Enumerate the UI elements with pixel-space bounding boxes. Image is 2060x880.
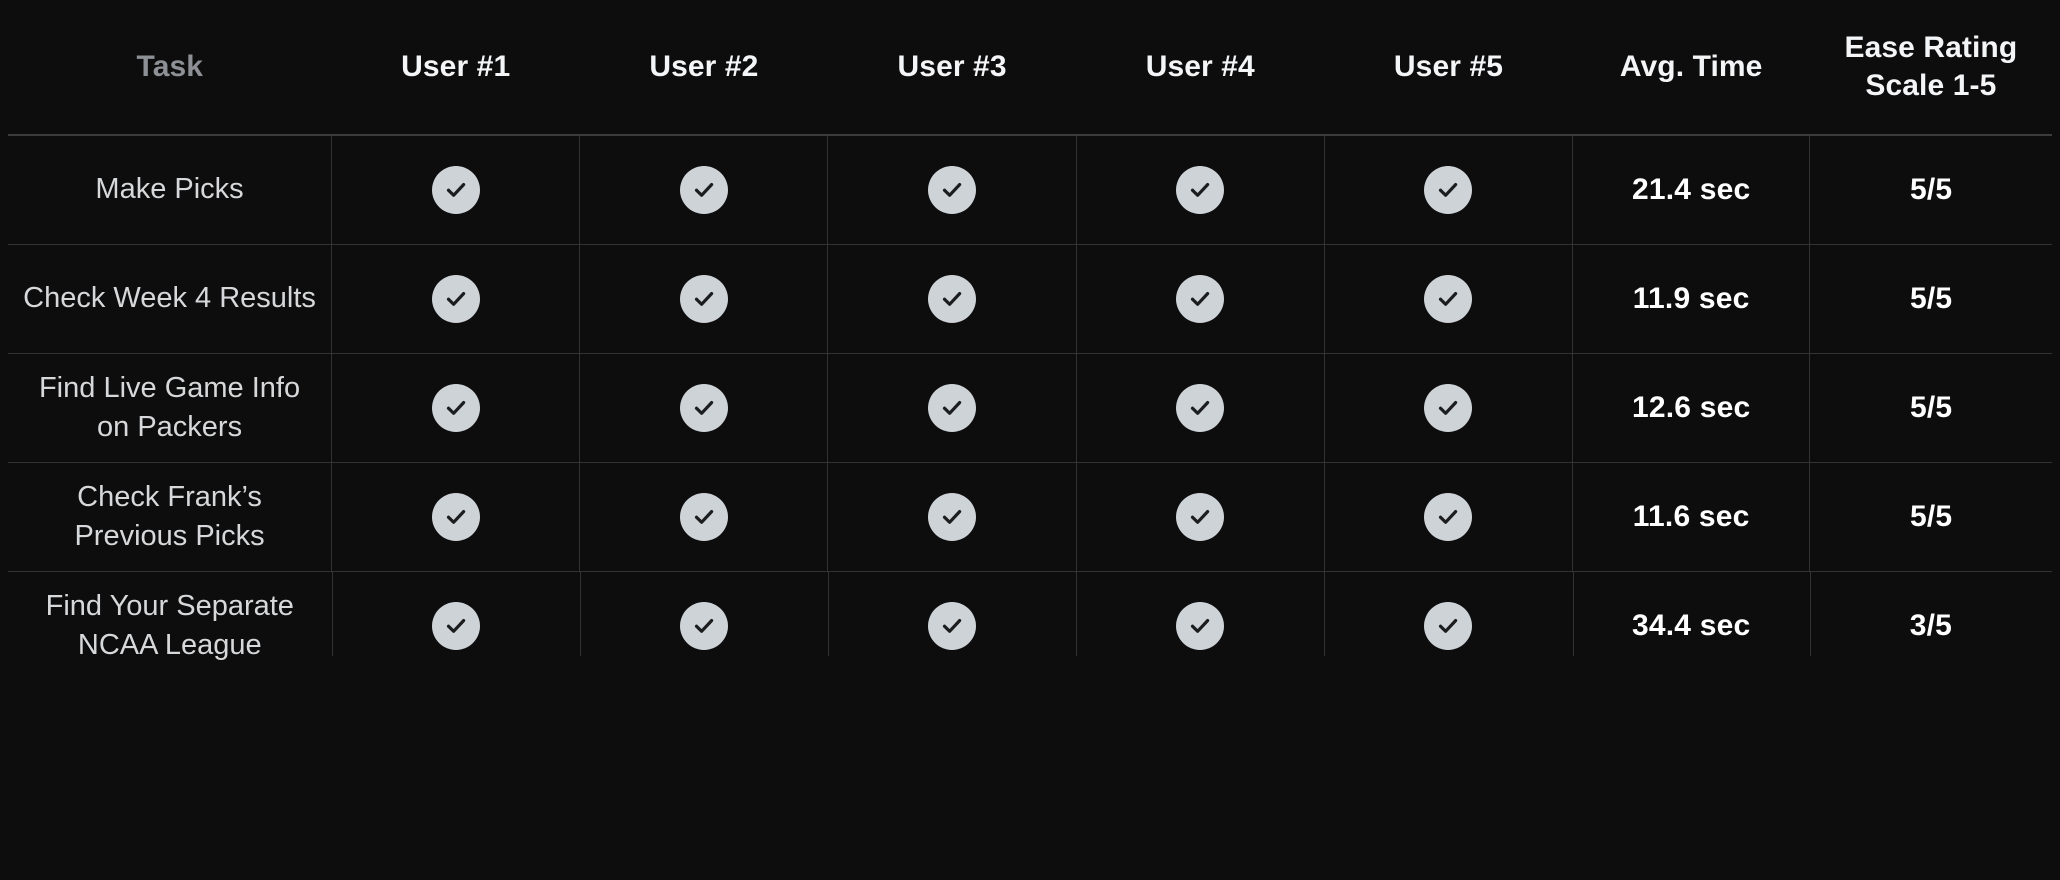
- check-icon: [1176, 493, 1225, 541]
- table-row: Make Picks 21.4 sec 5/5: [8, 135, 2052, 245]
- check-icon: [928, 166, 977, 214]
- result-cell-user-1: [331, 462, 581, 572]
- check-icon: [679, 602, 728, 650]
- results-table-panel: Task User #1 User #2 User #3 User #4 Use…: [0, 0, 2060, 880]
- column-header-avg-time: Avg. Time: [1572, 0, 1810, 136]
- result-cell-user-2: [579, 244, 829, 354]
- task-name-cell: Find Live Game Info on Packers: [8, 353, 333, 463]
- check-icon: [679, 384, 728, 432]
- ease-header-line-2: Scale 1-5: [1865, 69, 1997, 102]
- avg-time-cell: 11.6 sec: [1572, 462, 1811, 572]
- check-icon: [431, 602, 480, 650]
- result-cell-user-1: [331, 353, 581, 463]
- table-header: Task User #1 User #2 User #3 User #4 Use…: [8, 0, 2052, 136]
- header-row: Task User #1 User #2 User #3 User #4 Use…: [8, 0, 2052, 136]
- column-header-user-2: User #2: [579, 0, 828, 136]
- check-icon: [1424, 166, 1473, 214]
- result-cell-user-3: [828, 571, 1078, 681]
- check-icon: [431, 493, 480, 541]
- result-cell-user-5: [1324, 462, 1574, 572]
- ease-rating-cell: 5/5: [1809, 244, 2052, 354]
- check-icon: [431, 166, 480, 214]
- check-icon: [431, 384, 480, 432]
- result-cell-user-5: [1324, 135, 1574, 245]
- table-row: Check Week 4 Results 11.9 sec 5/5: [8, 244, 2052, 354]
- result-cell-user-2: [580, 571, 830, 681]
- avg-time-cell: 11.9 sec: [1572, 244, 1811, 354]
- task-name-cell: Check Frank’s Previous Picks: [8, 462, 333, 572]
- column-header-user-1: User #1: [331, 0, 580, 136]
- result-cell-user-3: [827, 462, 1077, 572]
- task-name-cell: Make Picks: [8, 135, 333, 245]
- avg-time-cell: 21.4 sec: [1572, 135, 1811, 245]
- check-icon: [1176, 602, 1225, 650]
- usability-results-table: Task User #1 User #2 User #3 User #4 Use…: [8, 0, 2052, 680]
- ease-header-line-1: Ease Rating: [1844, 31, 2018, 65]
- result-cell-user-5: [1324, 244, 1574, 354]
- column-header-user-5: User #5: [1324, 0, 1573, 136]
- check-icon: [1176, 275, 1225, 323]
- table-row: Check Frank’s Previous Picks 11.6 sec 5/…: [8, 462, 2052, 572]
- column-header-user-4: User #4: [1076, 0, 1325, 136]
- task-name-cell: Find Your Separate NCAA League: [8, 571, 333, 681]
- check-icon: [679, 166, 728, 214]
- result-cell-user-2: [579, 353, 829, 463]
- result-cell-user-2: [579, 462, 829, 572]
- ease-rating-cell: 5/5: [1809, 353, 2052, 463]
- column-header-user-3: User #3: [827, 0, 1077, 136]
- check-icon: [1176, 384, 1225, 432]
- result-cell-user-3: [827, 244, 1077, 354]
- check-icon: [1424, 384, 1473, 432]
- result-cell-user-2: [579, 135, 829, 245]
- result-cell-user-1: [331, 135, 581, 245]
- task-label-line-1: Check Frank’s: [77, 480, 262, 513]
- avg-time-cell: 12.6 sec: [1572, 353, 1811, 463]
- task-label-line-2: Previous Picks: [74, 520, 265, 552]
- column-header-task: Task: [8, 0, 332, 136]
- check-icon: [1424, 602, 1473, 650]
- check-icon: [1424, 493, 1473, 541]
- result-cell-user-1: [331, 244, 581, 354]
- check-icon: [928, 275, 977, 323]
- task-name-cell: Check Week 4 Results: [8, 244, 333, 354]
- ease-rating-cell: 5/5: [1809, 135, 2052, 245]
- result-cell-user-5: [1324, 571, 1574, 681]
- result-cell-user-4: [1076, 244, 1325, 354]
- result-cell-user-3: [827, 353, 1077, 463]
- check-icon: [679, 493, 728, 541]
- result-cell-user-4: [1076, 135, 1325, 245]
- result-cell-user-5: [1324, 353, 1574, 463]
- table-row: Find Live Game Info on Packers 12.6 sec …: [8, 353, 2052, 463]
- column-header-ease-rating: Ease Rating Scale 1-5: [1809, 0, 2052, 136]
- result-cell-user-3: [827, 135, 1077, 245]
- result-cell-user-1: [332, 571, 581, 681]
- task-label-line-2: Results: [219, 282, 316, 315]
- task-label-line-1: Make Picks: [95, 173, 244, 206]
- result-cell-user-4: [1076, 353, 1325, 463]
- result-cell-user-4: [1076, 571, 1326, 681]
- table-body: Make Picks 21.4 sec 5/5 Check Week 4 Res…: [8, 135, 2052, 680]
- check-icon: [431, 275, 480, 323]
- ease-rating-cell: 5/5: [1809, 462, 2052, 572]
- check-icon: [1424, 275, 1473, 323]
- task-label-line-1: Check Week 4: [23, 282, 212, 315]
- task-label-line-1: Find Live Game: [38, 371, 244, 404]
- ease-rating-cell: 3/5: [1909, 609, 1953, 642]
- check-icon: [1176, 166, 1225, 214]
- avg-time-cell: 34.4 sec: [1573, 571, 1811, 681]
- check-icon: [928, 384, 977, 432]
- table-row: Find Your Separate NCAA League 34.4 sec …: [8, 571, 2052, 681]
- task-label-line-1: Find Your Separate: [45, 589, 294, 622]
- check-icon: [679, 275, 728, 323]
- result-cell-user-4: [1076, 462, 1325, 572]
- check-icon: [928, 493, 977, 541]
- task-label-line-2: NCAA League: [77, 629, 262, 661]
- check-icon: [928, 602, 977, 650]
